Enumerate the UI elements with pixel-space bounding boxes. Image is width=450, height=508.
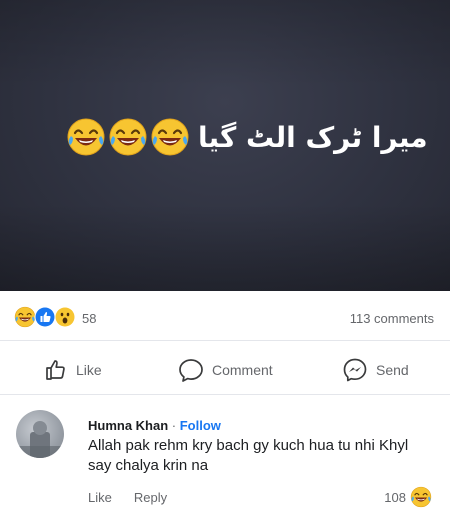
send-label: Send	[376, 362, 409, 378]
reaction-count[interactable]: 58	[82, 311, 96, 326]
like-label: Like	[76, 362, 102, 378]
post-image[interactable]: میرا ٹرک الٹ گیا	[0, 0, 450, 291]
haha-icon	[14, 306, 36, 328]
comment-reaction-count: 108	[384, 489, 406, 505]
comment-reactions[interactable]: 108	[384, 486, 432, 508]
comment: Humna Khan · Follow Allah pak rehm kry b…	[0, 398, 450, 504]
comment-reply-button[interactable]: Reply	[134, 490, 167, 505]
reactions-bar: 58 113 comments	[0, 302, 450, 336]
like-icon	[34, 306, 56, 328]
reaction-icons[interactable]	[14, 306, 76, 328]
comment-text: Allah pak rehm kry bach gy kuch hua tu n…	[88, 437, 409, 474]
wow-icon	[54, 306, 76, 328]
caption-emojis	[66, 117, 190, 157]
laughing-crying-emoji-icon	[66, 117, 106, 157]
follow-button[interactable]: Follow	[180, 418, 221, 433]
comments-count[interactable]: 113 comments	[350, 311, 434, 326]
avatar[interactable]	[16, 410, 64, 458]
laughing-crying-emoji-icon	[108, 117, 148, 157]
divider	[0, 340, 450, 341]
divider	[0, 394, 450, 395]
avatar-image-icon	[16, 421, 64, 458]
comment-author-name[interactable]: Humna Khan	[88, 418, 168, 433]
comment-header: Humna Khan · Follow	[88, 418, 221, 433]
comment-button[interactable]: Comment	[178, 352, 273, 388]
separator-dot: ·	[168, 418, 180, 433]
comment-label: Comment	[212, 362, 273, 378]
post-caption-row: میرا ٹرک الٹ گیا	[66, 112, 428, 162]
post-caption: میرا ٹرک الٹ گیا	[198, 120, 428, 154]
messenger-icon	[343, 358, 367, 382]
laughing-crying-emoji-icon	[150, 117, 190, 157]
send-button[interactable]: Send	[342, 352, 409, 388]
comment-like-button[interactable]: Like	[88, 490, 112, 505]
like-button[interactable]: Like	[44, 352, 102, 388]
haha-icon	[410, 486, 432, 508]
post-actions-bar: Like Comment Send	[0, 352, 450, 388]
thumbs-up-icon	[46, 360, 65, 380]
comment-bubble-icon	[179, 359, 203, 382]
comment-actions: Like Reply	[88, 490, 167, 505]
